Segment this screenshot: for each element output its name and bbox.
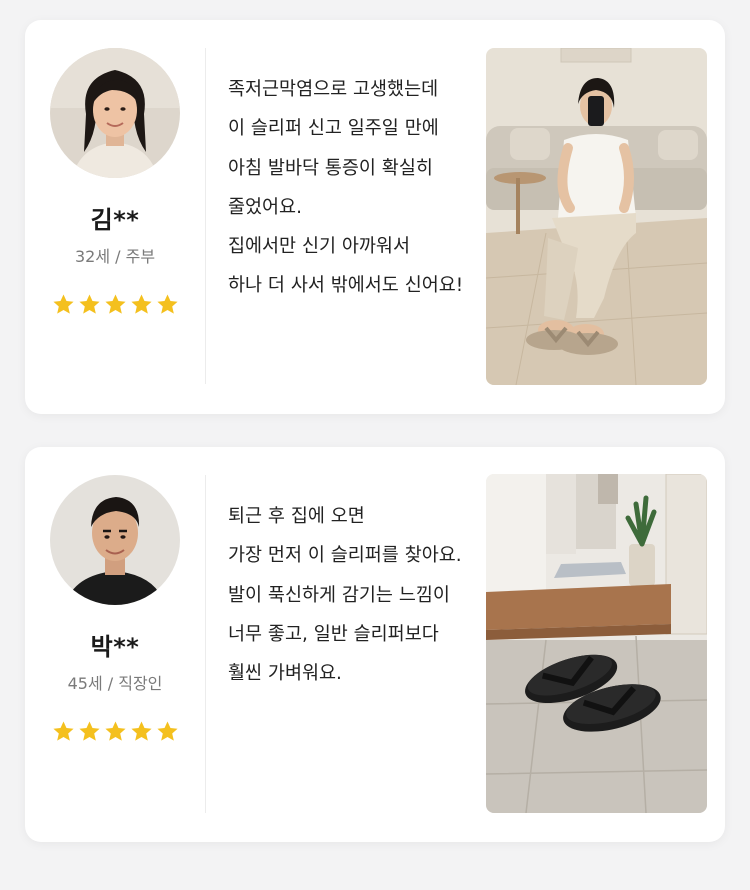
star-icon [130,720,153,743]
star-icon [104,293,127,316]
star-icon [104,720,127,743]
review-line: 줄었어요. [228,196,302,218]
review-card: 김** 32세 / 주부 족저근막염으로 고생했는데 이 슬리퍼 신고 일주일 … [25,20,725,414]
review-line: 너무 좋고, 일반 슬리퍼보다 [228,623,439,645]
reviewer-profile: 박** 45세 / 직장인 [49,475,181,743]
reviewer-meta: 45세 / 직장인 [67,674,163,693]
star-rating [49,293,181,316]
avatar [50,48,180,178]
divider [205,48,206,384]
divider [205,475,206,813]
review-line: 발이 푹신하게 감기는 느낌이 [228,584,450,606]
review-photo [486,48,707,385]
review-line: 하나 더 사서 밖에서도 신어요! [228,275,464,297]
star-icon [156,293,179,316]
star-icon [78,720,101,743]
reviewer-name: 김** [90,206,140,234]
reviewer-profile: 김** 32세 / 주부 [49,48,181,316]
review-card: 박** 45세 / 직장인 퇴근 후 집에 오면 가장 먼저 이 슬리퍼를 찾아… [25,447,725,842]
review-line: 족저근막염으로 고생했는데 [228,79,439,100]
avatar [50,475,180,605]
review-line: 집에서만 신기 아까워서 [228,236,410,258]
star-icon [130,293,153,316]
star-rating [49,720,181,743]
star-icon [52,293,75,316]
review-photo [486,474,707,813]
star-icon [156,720,179,743]
reviewer-name: 박** [90,633,140,661]
star-icon [78,293,101,316]
review-line: 퇴근 후 집에 오면 [228,506,365,527]
review-line: 이 슬리퍼 신고 일주일 만에 [228,118,439,140]
review-line: 아침 발바닥 통증이 확실히 [228,157,433,179]
reviewer-meta: 32세 / 주부 [74,247,156,266]
star-icon [52,720,75,743]
review-text: 족저근막염으로 고생했는데 이 슬리퍼 신고 일주일 만에 아침 발바닥 통증이… [228,78,478,314]
review-line: 가장 먼저 이 슬리퍼를 찾아요. [228,545,462,567]
review-text: 퇴근 후 집에 오면 가장 먼저 이 슬리퍼를 찾아요. 발이 푹신하게 감기는… [228,505,478,701]
review-line: 훨씬 가벼워요. [228,663,342,685]
